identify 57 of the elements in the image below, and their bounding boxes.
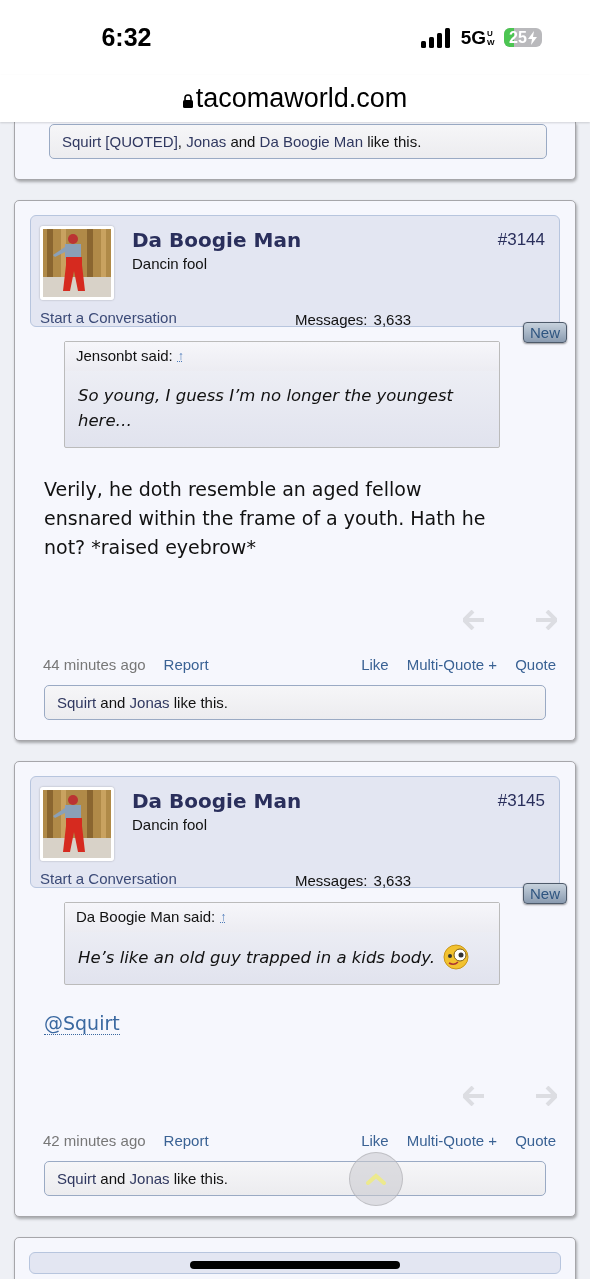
post-number-link[interactable]: #3144	[497, 230, 545, 300]
charging-icon	[527, 30, 537, 45]
scroll-top-button[interactable]	[349, 1152, 403, 1206]
user-link[interactable]: Jonas	[129, 694, 170, 711]
chevron-up-icon	[366, 1173, 386, 1185]
post-number-link[interactable]: #3145	[497, 791, 545, 861]
report-link[interactable]: Report	[163, 1132, 209, 1149]
conversation-link[interactable]: Start a Conversation	[40, 870, 295, 889]
quote-text: He’s like an old guy trapped in a kids body.	[78, 946, 435, 969]
jump-link[interactable]: ↑	[220, 910, 227, 927]
right-arrow-icon	[535, 1086, 557, 1106]
user-link[interactable]: Jonas	[186, 133, 227, 150]
likes-text: and	[100, 694, 126, 711]
network-sublabel: UW	[487, 28, 494, 47]
user-link[interactable]: Squirt	[57, 694, 97, 711]
user-link[interactable]: Jonas	[129, 1170, 170, 1187]
post-time: 42 minutes ago	[43, 1132, 146, 1149]
likes-text: and	[230, 133, 256, 150]
username-link[interactable]: Da Boogie Man	[132, 789, 498, 813]
messages-label: Messages:	[295, 311, 368, 328]
action-link[interactable]: Multi-Quote +	[406, 656, 498, 673]
left-arrow-icon	[463, 610, 485, 630]
conversation-link[interactable]: Start a Conversation	[40, 309, 295, 328]
quote-author: Jensonbt said:	[76, 347, 173, 366]
post-text: Verily, he doth resemble an aged fellow ensnared within the frame of a youth. Hath he not? *raised eyebrow*	[43, 477, 487, 560]
action-link[interactable]: Quote	[515, 1132, 556, 1149]
right-arrow-icon	[535, 610, 557, 630]
signal-icon	[420, 27, 451, 48]
jump-link[interactable]: ↑	[177, 349, 184, 366]
messages-count: 3,633	[373, 872, 412, 889]
mention-link[interactable]: @Squirt	[44, 1012, 120, 1035]
messages-count: 3,633	[373, 311, 412, 328]
user-title: Dancin fool	[132, 255, 209, 272]
action-link[interactable]: Multi-Quote +	[406, 1132, 498, 1149]
new-badge: New	[523, 322, 567, 343]
likes-text: and	[100, 1170, 126, 1187]
new-badge: New	[523, 883, 567, 904]
action-link[interactable]: Like	[361, 1132, 389, 1149]
user-link[interactable]: Squirt [QUOTED]	[62, 133, 178, 150]
action-link[interactable]: Quote	[515, 656, 556, 673]
user-link[interactable]: Da Boogie Man	[259, 133, 363, 150]
post-time: 44 minutes ago	[43, 656, 146, 673]
username-link[interactable]: Da Boogie Man	[132, 228, 498, 252]
left-arrow-icon	[463, 1086, 485, 1106]
likes-text: like this.	[173, 1170, 228, 1187]
likes-text: ,	[177, 133, 183, 150]
quote-text: So young, I guess I’m no longer the youngest here…	[78, 385, 455, 432]
user-link[interactable]: Squirt	[57, 1170, 97, 1187]
network-label: 5G	[460, 26, 486, 49]
action-link[interactable]: Like	[361, 656, 389, 673]
quote-author: Da Boogie Man said:	[76, 908, 216, 927]
user-title: Dancin fool	[132, 816, 209, 833]
likes-text: like this.	[367, 133, 422, 150]
report-link[interactable]: Report	[163, 656, 209, 673]
likes-text: like this.	[173, 694, 228, 711]
messages-label: Messages:	[295, 872, 368, 889]
clock-time: 6:32	[100, 23, 153, 52]
